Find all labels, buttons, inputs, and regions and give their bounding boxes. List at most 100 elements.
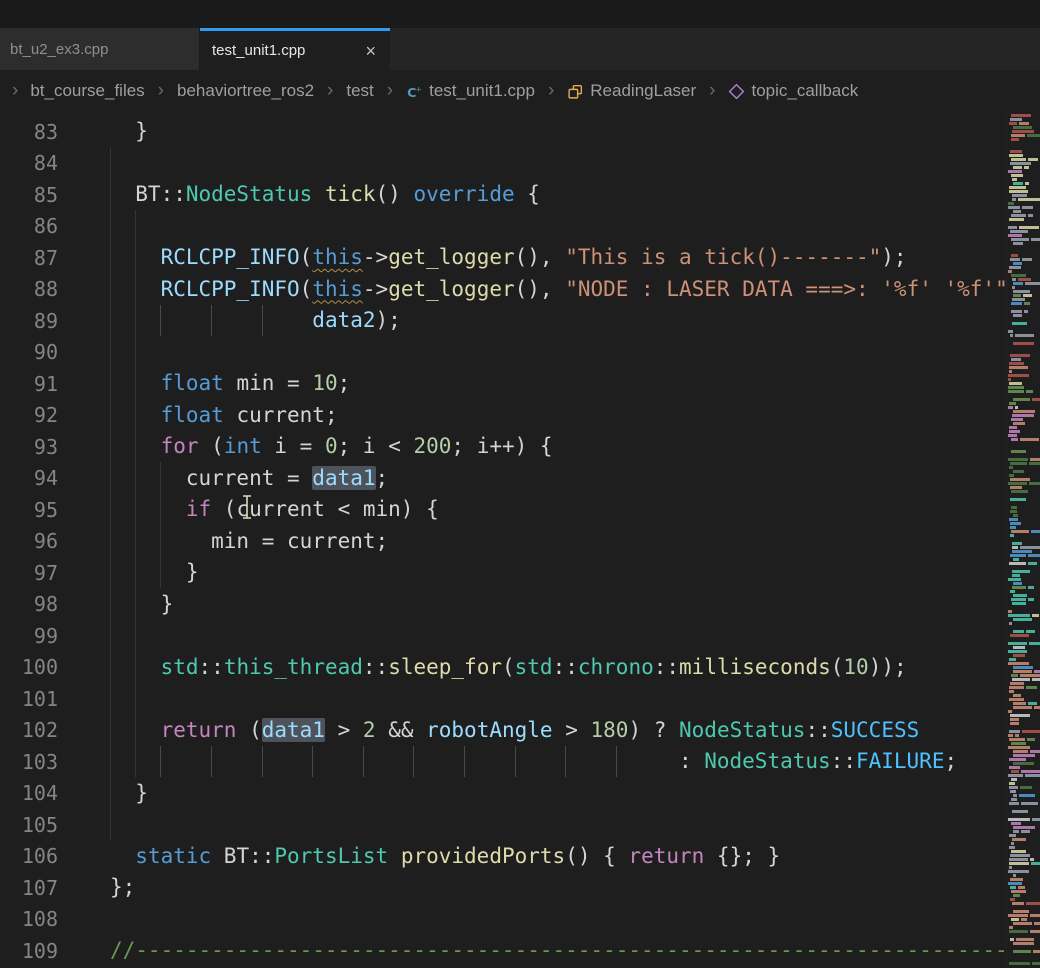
minimap-line — [1012, 322, 1027, 325]
code-area[interactable]: 83 }8485 BT::NodeStatus tick() override … — [0, 112, 1040, 968]
code-line[interactable]: 96 min = current; — [0, 526, 1040, 558]
code-line[interactable]: 101 — [0, 683, 1040, 715]
code-line[interactable]: 108 — [0, 904, 1040, 936]
minimap-line — [1009, 786, 1018, 789]
code-editor[interactable]: 83 }8485 BT::NodeStatus tick() override … — [0, 112, 1040, 968]
minimap-line — [1010, 886, 1016, 889]
code-line[interactable]: 93 for (int i = 0; i < 200; i++) { — [0, 431, 1040, 463]
code-line[interactable]: 86 — [0, 211, 1040, 243]
minimap-line — [1015, 406, 1018, 409]
minimap-line — [1021, 802, 1038, 805]
tab-label: test_unit1.cpp — [212, 42, 305, 59]
minimap-line — [1013, 754, 1035, 757]
minimap-line — [1008, 642, 1027, 645]
minimap-line — [1008, 378, 1011, 381]
minimap-line — [1010, 486, 1022, 489]
code-line[interactable]: 102 return (data1 > 2 && robotAngle > 18… — [0, 715, 1040, 747]
minimap-line — [1008, 870, 1029, 873]
line-number: 94 — [0, 466, 58, 490]
code-line[interactable]: 106 static BT::PortsList providedPorts()… — [0, 841, 1040, 873]
code-line[interactable]: 100 std::this_thread::sleep_for(std::chr… — [0, 652, 1040, 684]
minimap-line — [1030, 458, 1040, 461]
minimap-line — [1013, 290, 1030, 293]
minimap-line — [1013, 262, 1022, 265]
code-line[interactable]: 89 data2); — [0, 305, 1040, 337]
line-number: 96 — [0, 529, 58, 553]
minimap-line — [1008, 482, 1027, 485]
code-line[interactable]: 94 current = data1; — [0, 463, 1040, 495]
code-line[interactable]: 87 RCLCPP_INFO(this->get_logger(), "This… — [0, 242, 1040, 274]
breadcrumb-item-readinglaser[interactable]: ReadingLaser — [567, 81, 696, 101]
minimap-line — [1009, 466, 1013, 469]
tab-test-unit1[interactable]: test_unit1.cpp × — [200, 28, 390, 70]
code-line[interactable]: 97 } — [0, 557, 1040, 589]
code-text: if (current < min) { — [110, 494, 439, 526]
minimap-line — [1019, 794, 1035, 797]
code-line[interactable]: 109//-----------------------------------… — [0, 935, 1040, 967]
minimap-line — [1013, 646, 1025, 649]
code-line[interactable]: 84 — [0, 148, 1040, 180]
minimap-line — [1008, 330, 1013, 333]
code-line[interactable]: 104 } — [0, 778, 1040, 810]
minimap-line — [1034, 670, 1040, 673]
minimap-line — [1013, 830, 1019, 833]
minimap-line — [1029, 482, 1040, 485]
code-line[interactable]: 88 RCLCPP_INFO(this->get_logger(), "NODE… — [0, 274, 1040, 306]
chevron-right-icon: › — [387, 80, 393, 102]
close-icon[interactable]: × — [363, 42, 378, 60]
code-line[interactable]: 85 BT::NodeStatus tick() override { — [0, 179, 1040, 211]
minimap-line — [1010, 878, 1023, 881]
code-text: float current; — [110, 400, 338, 432]
minimap-line — [1010, 526, 1016, 529]
minimap-line — [1010, 590, 1015, 593]
minimap-line — [1012, 810, 1028, 813]
code-line[interactable]: 92 float current; — [0, 400, 1040, 432]
code-line[interactable]: 83 } — [0, 116, 1040, 148]
minimap-line — [1011, 798, 1017, 801]
code-line[interactable]: 99 — [0, 620, 1040, 652]
minimap-line — [1013, 342, 1034, 345]
minimap-line — [1010, 722, 1019, 725]
minimap-line — [1022, 206, 1033, 209]
minimap-line — [1013, 666, 1033, 669]
minimap-line — [1030, 930, 1040, 933]
minimap-line — [1028, 214, 1033, 217]
minimap-line — [1030, 750, 1040, 753]
code-line[interactable]: 107}; — [0, 872, 1040, 904]
tab-bt-u2-ex3[interactable]: bt_u2_ex3.cpp — [0, 28, 200, 70]
code-line[interactable]: 105 — [0, 809, 1040, 841]
code-line[interactable]: 95 if (current < min) { — [0, 494, 1040, 526]
code-line[interactable]: 90 — [0, 337, 1040, 369]
minimap-line — [1009, 730, 1020, 733]
minimap-line — [1025, 282, 1040, 285]
minimap-line — [1011, 174, 1023, 177]
minimap-line — [1010, 478, 1030, 481]
minimap-line — [1010, 162, 1031, 165]
minimap-line — [1010, 790, 1016, 793]
minimap-line — [1008, 662, 1029, 665]
breadcrumb-item-test[interactable]: test — [346, 81, 373, 101]
minimap-line — [1013, 910, 1029, 913]
minimap-line — [1009, 802, 1019, 805]
minimap-line — [1009, 518, 1018, 521]
breadcrumb-item-bt-course-files[interactable]: bt_course_files — [30, 81, 144, 101]
minimap-line — [1012, 286, 1015, 289]
minimap-line — [1011, 742, 1026, 745]
minimap-line — [1008, 434, 1017, 437]
code-line[interactable]: 91 float min = 10; — [0, 368, 1040, 400]
minimap[interactable] — [1006, 112, 1040, 968]
breadcrumb-label: ReadingLaser — [590, 81, 696, 101]
minimap-line — [1030, 914, 1040, 917]
minimap-line — [1009, 266, 1021, 269]
minimap-line — [1009, 370, 1012, 373]
line-number: 91 — [0, 372, 58, 396]
breadcrumb-item-test-unit1-cpp[interactable]: C+ test_unit1.cpp — [406, 81, 535, 101]
minimap-line — [1023, 294, 1032, 297]
minimap-line — [1028, 562, 1037, 565]
code-line[interactable]: 98 } — [0, 589, 1040, 621]
code-line[interactable]: 103 : NodeStatus::FAILURE; — [0, 746, 1040, 778]
minimap-line — [1011, 114, 1031, 117]
breadcrumb-item-topic-callback[interactable]: topic_callback — [728, 81, 858, 101]
breadcrumb-item-behaviortree-ros2[interactable]: behaviortree_ros2 — [177, 81, 314, 101]
breadcrumb: › bt_course_files › behaviortree_ros2 › … — [0, 70, 1040, 112]
